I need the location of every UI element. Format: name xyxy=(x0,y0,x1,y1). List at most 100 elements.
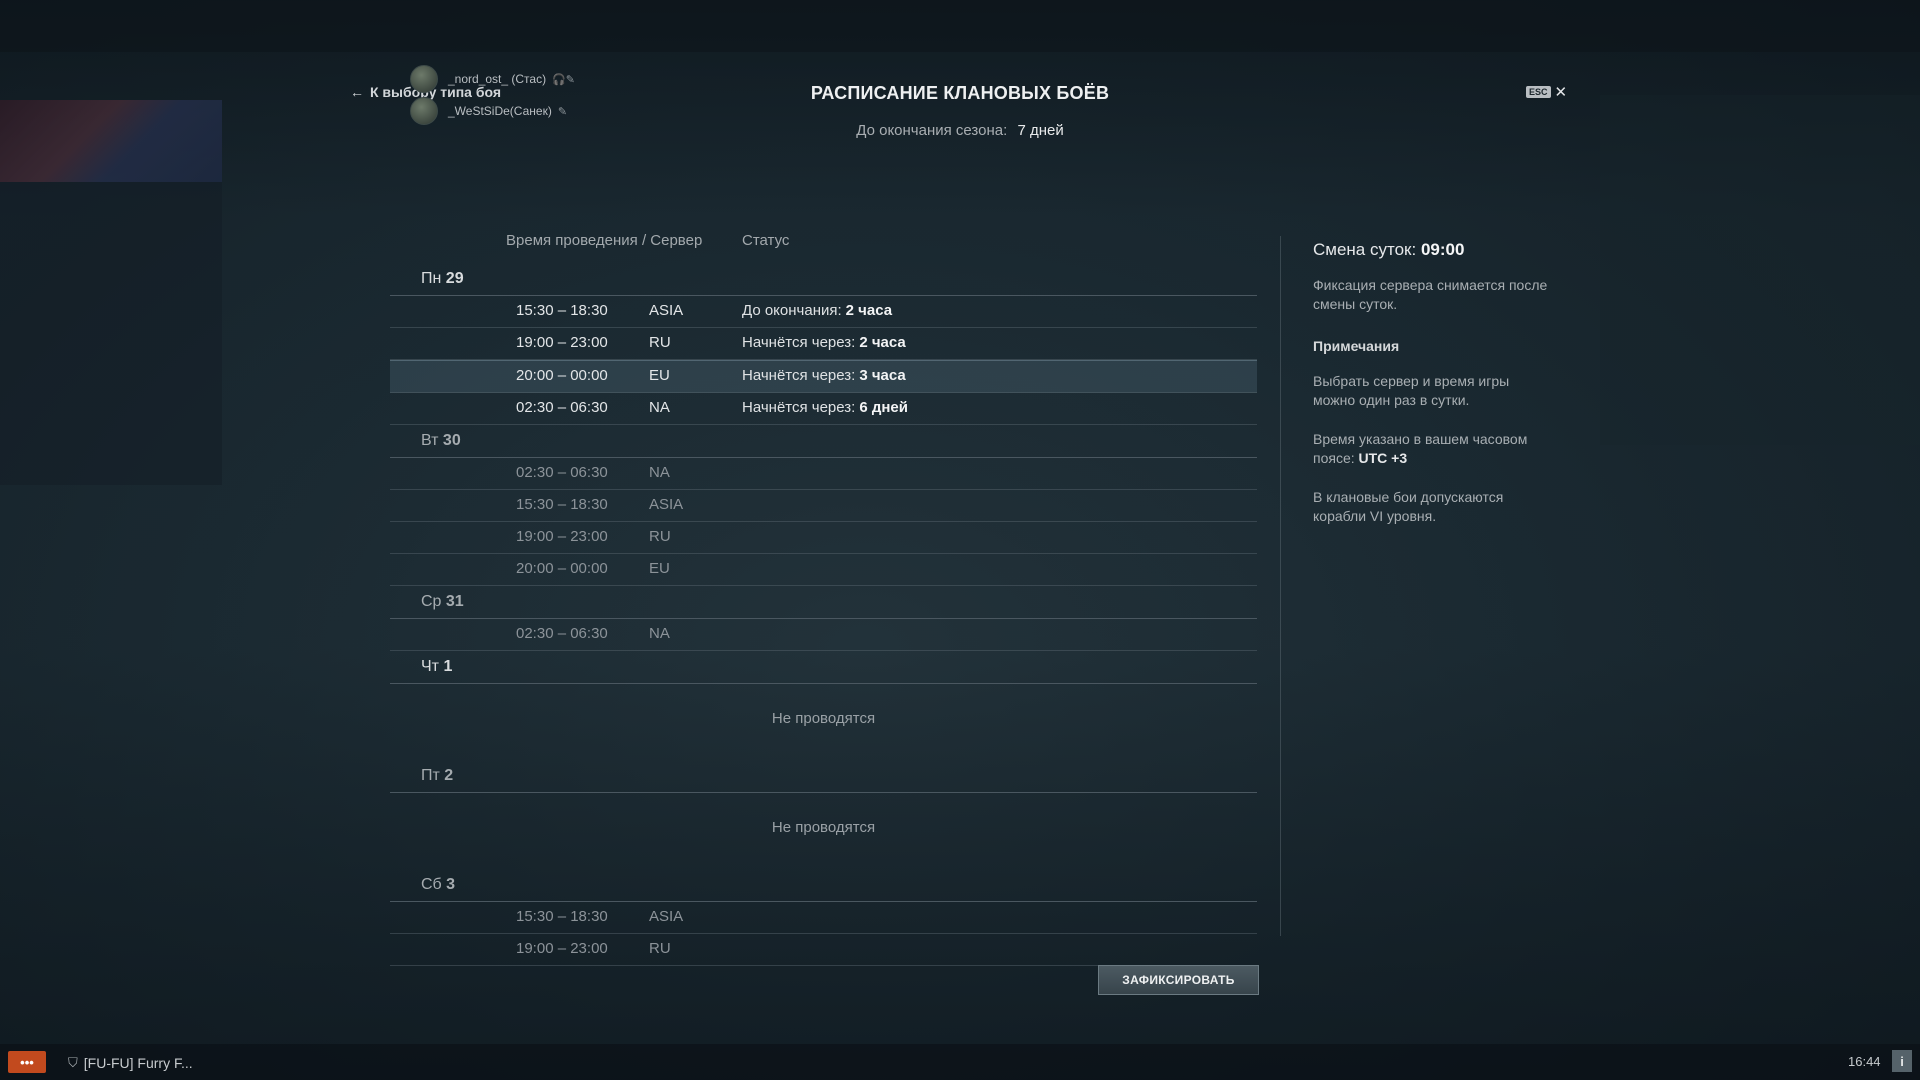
season-label: До окончания сезона: xyxy=(856,122,1008,139)
notes-panel: Смена суток: 09:00 Фиксация сервера сним… xyxy=(1313,240,1553,546)
clan-name: [FU-FU] Furry F... xyxy=(83,1055,193,1071)
slot-time: 02:30 – 06:30 xyxy=(516,399,608,416)
slot-server: RU xyxy=(649,528,671,545)
status-value: 2 часа xyxy=(845,302,893,319)
day-number: 3 xyxy=(446,876,456,893)
slot-server: NA xyxy=(649,399,670,416)
slot-status: До окончания: 2 часа xyxy=(742,302,892,319)
clan-chat-tab[interactable]: ⛉ [FU-FU] Furry F... xyxy=(68,1055,193,1071)
timezone-value: UTC +3 xyxy=(1358,450,1408,466)
esc-key-badge: ESC xyxy=(1526,86,1551,98)
day-name: Чт xyxy=(421,658,439,675)
slot-time: 15:30 – 18:30 xyxy=(516,908,608,925)
mic-muted-icon: ✎ xyxy=(557,105,568,118)
schedule-slot[interactable]: 02:30 – 06:30 NA xyxy=(390,458,1257,490)
schedule-slot-selected[interactable]: 20:00 – 00:00 EU Начнётся через: 3 часа xyxy=(390,360,1257,393)
day-header-tue: Вт 30 xyxy=(390,425,1257,458)
slot-status: Начнётся через: 6 дней xyxy=(742,399,908,416)
day-number: 29 xyxy=(445,270,464,287)
slot-time: 02:30 – 06:30 xyxy=(516,464,608,481)
slot-server: ASIA xyxy=(649,908,684,925)
note-timezone: Время указано в вашем часовом поясе: UTC… xyxy=(1313,430,1553,468)
notes-title: Примечания xyxy=(1313,338,1400,354)
slot-time: 20:00 – 00:00 xyxy=(516,367,608,384)
slot-time: 15:30 – 18:30 xyxy=(516,302,608,319)
vertical-divider xyxy=(1280,236,1281,936)
slot-time: 19:00 – 23:00 xyxy=(516,334,608,351)
slot-time: 19:00 – 23:00 xyxy=(516,528,608,545)
no-battles-text: Не проводятся xyxy=(771,819,876,836)
page-title: РАСПИСАНИЕ КЛАНОВЫХ БОЁВ xyxy=(810,83,1110,103)
schedule-slot[interactable]: 19:00 – 23:00 RU xyxy=(390,934,1257,966)
day-name: Сб xyxy=(421,876,442,893)
note-tier: В клановые бои допускаются корабли VI ур… xyxy=(1313,489,1504,524)
schedule-slot[interactable]: 02:30 – 06:30 NA Начнётся через: 6 дней xyxy=(390,393,1257,425)
right-side-panel xyxy=(1600,95,1920,445)
status-label: Начнётся через: xyxy=(742,399,856,416)
slot-server: ASIA xyxy=(649,496,684,513)
status-value: 6 дней xyxy=(859,399,908,416)
day-change-value: 09:00 xyxy=(1420,240,1465,259)
slot-server: ASIA xyxy=(649,302,684,319)
column-header-status: Статус xyxy=(742,232,790,249)
timezone-text: Время указано в вашем часовом поясе: xyxy=(1313,431,1528,466)
slot-server: NA xyxy=(649,625,670,642)
slot-status: Начнётся через: 2 часа xyxy=(742,334,906,351)
slot-server: EU xyxy=(649,367,670,384)
chat-icon[interactable]: ••• xyxy=(8,1051,46,1073)
player-name: _WeStSiDe(Санек) xyxy=(448,104,552,118)
top-resource-bar xyxy=(0,0,1920,52)
slot-server: RU xyxy=(649,940,671,957)
no-battles-notice: Не проводятся xyxy=(390,684,1257,760)
schedule-slot[interactable]: 15:30 – 18:30 ASIA До окончания: 2 часа xyxy=(390,296,1257,328)
slot-server: RU xyxy=(649,334,671,351)
schedule-slot[interactable]: 02:30 – 06:30 NA xyxy=(390,619,1257,651)
day-change-time: Смена суток: 09:00 xyxy=(1313,240,1553,260)
day-header-thu: Чт 1 xyxy=(390,651,1257,684)
fix-server-button[interactable]: ЗАФИКСИРОВАТЬ xyxy=(1098,965,1259,995)
day-number: 2 xyxy=(444,767,454,784)
slot-status: Начнётся через: 3 часа xyxy=(742,367,906,384)
day-header-mon: Пн 29 xyxy=(390,263,1257,296)
close-button[interactable]: ESC ✕ xyxy=(1526,83,1567,101)
schedule-table: Пн 29 15:30 – 18:30 ASIA До окончания: 2 … xyxy=(390,263,1257,966)
bottom-bar xyxy=(0,1044,1920,1080)
clock: 16:44 xyxy=(1848,1054,1881,1069)
no-battles-notice: Не проводятся xyxy=(390,793,1257,869)
slot-time: 15:30 – 18:30 xyxy=(516,496,608,513)
day-header-fri: Пт 2 xyxy=(390,760,1257,793)
schedule-slot[interactable]: 15:30 – 18:30 ASIA xyxy=(390,490,1257,522)
slot-server: EU xyxy=(649,560,670,577)
schedule-slot[interactable]: 19:00 – 23:00 RU xyxy=(390,522,1257,554)
slot-time: 02:30 – 06:30 xyxy=(516,625,608,642)
no-battles-text: Не проводятся xyxy=(771,710,876,727)
status-label: Начнётся через: xyxy=(742,334,856,351)
slot-server: NA xyxy=(649,464,670,481)
status-label: До окончания: xyxy=(742,302,842,319)
day-number: 31 xyxy=(445,593,464,610)
slot-time: 20:00 – 00:00 xyxy=(516,560,608,577)
day-header-wed: Ср 31 xyxy=(390,586,1257,619)
column-header-time-server: Время проведения / Сервер xyxy=(506,232,703,249)
day-name: Пт xyxy=(421,767,440,784)
day-number: 1 xyxy=(443,658,453,675)
clan-shield-icon: ⛉ xyxy=(68,1055,78,1070)
fix-note: Фиксация сервера снимается после смены с… xyxy=(1313,277,1548,312)
season-remaining: До окончания сезона: 7 дней xyxy=(0,122,1920,139)
close-icon: ✕ xyxy=(1554,84,1568,101)
schedule-slot[interactable]: 15:30 – 18:30 ASIA xyxy=(390,902,1257,934)
day-name: Пн xyxy=(421,270,442,287)
day-name: Вт xyxy=(421,432,439,449)
nation-flag xyxy=(0,100,222,182)
note-once-per-day: Выбрать сервер и время игры можно один р… xyxy=(1313,373,1510,408)
day-header-sat: Сб 3 xyxy=(390,869,1257,902)
status-label: Начнётся через: xyxy=(742,367,856,384)
info-icon[interactable]: i xyxy=(1892,1050,1912,1072)
slot-time: 19:00 – 23:00 xyxy=(516,940,608,957)
schedule-slot[interactable]: 19:00 – 23:00 RU Начнётся через: 2 часа xyxy=(390,328,1257,360)
schedule-slot[interactable]: 20:00 – 00:00 EU xyxy=(390,554,1257,586)
season-value: 7 дней xyxy=(1017,122,1064,139)
status-value: 3 часа xyxy=(859,367,906,384)
status-value: 2 часа xyxy=(859,334,906,351)
day-name: Ср xyxy=(421,593,442,610)
